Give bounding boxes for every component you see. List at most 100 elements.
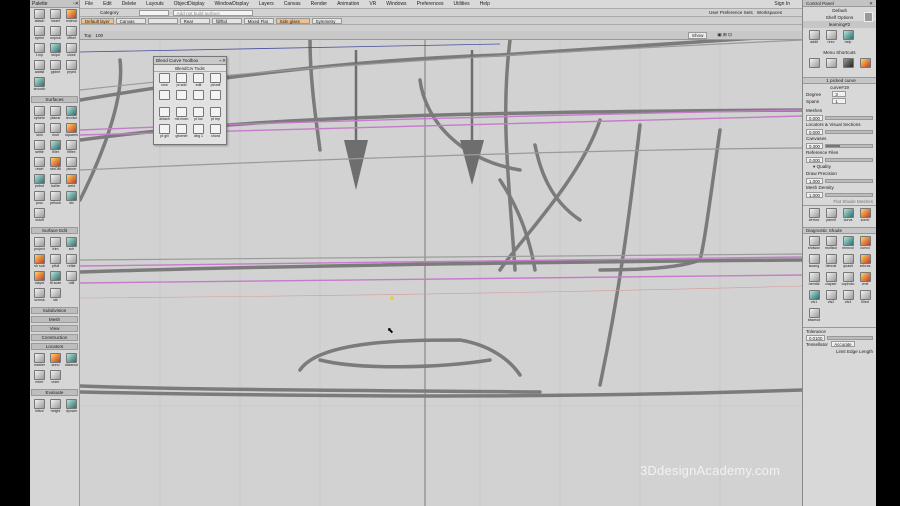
tool-button[interactable]: zebras — [857, 254, 873, 271]
tool-button[interactable]: cophoto — [840, 272, 856, 289]
flat-shade-checkbox[interactable]: Flat Shade Meshes — [803, 198, 876, 205]
canvases-slider[interactable]: 0.300 — [803, 142, 876, 149]
layer-fill[interactable]: fill/ftid — [211, 17, 242, 24]
workspaces[interactable]: Workspaces — [757, 10, 802, 15]
tool-button[interactable]: rdnDBl — [48, 157, 63, 173]
tool-button[interactable]: sphere — [32, 106, 47, 122]
menu-objectdisplay[interactable]: ObjectDisplay — [169, 1, 210, 7]
tool-button[interactable]: t-mp — [32, 43, 47, 59]
layer-rear[interactable]: Rear — [179, 17, 210, 24]
tool-button[interactable]: rewrt — [32, 157, 47, 173]
tool-button[interactable] — [191, 90, 206, 106]
section-evaluate[interactable]: Evaluate — [31, 389, 78, 396]
tool-button[interactable]: vis1 — [806, 290, 822, 307]
menu-help[interactable]: Help — [475, 1, 495, 7]
tool-button[interactable]: dbg 1 — [191, 124, 206, 140]
layer-mixed[interactable]: Mixed Flat — [243, 17, 274, 24]
tool-button[interactable]: pinner — [64, 157, 79, 173]
tool-button[interactable]: pt/unif — [208, 73, 223, 89]
tool-button[interactable]: attach — [32, 9, 47, 25]
toolbox-title-bar[interactable]: Blend Curve Toolbox ▫▫✕ — [154, 57, 226, 65]
locators-slider[interactable]: 0.000 — [803, 128, 876, 135]
menu-windows[interactable]: Windows — [381, 1, 411, 7]
mesh-density-value[interactable]: 1.000 — [806, 191, 823, 198]
trash-icon[interactable] — [864, 12, 873, 22]
tool-button[interactable]: settle — [32, 140, 47, 156]
layer-canvas[interactable]: Canvas — [115, 17, 146, 24]
tool-button[interactable] — [174, 90, 189, 106]
tool-button[interactable]: sfc — [64, 191, 79, 207]
tool-button[interactable]: fit scan — [48, 271, 63, 287]
user-pref-sets[interactable]: User Preference Sets — [709, 10, 757, 15]
tool-button[interactable]: zomb — [857, 208, 873, 225]
tool-button[interactable]: offset — [64, 26, 79, 42]
tool-button[interactable]: anno — [48, 353, 63, 369]
section-surface-edit[interactable]: Surface Edit — [31, 227, 78, 234]
layer-unnamed[interactable] — [147, 17, 178, 24]
tool-button[interactable]: infsnr — [32, 399, 47, 415]
layer-default[interactable]: Default layer — [81, 17, 114, 24]
tool-button[interactable]: unpick — [48, 26, 63, 42]
tool-button[interactable]: skipd — [48, 43, 63, 59]
tool-button[interactable]: smooth — [32, 77, 47, 93]
tool-button[interactable]: mk mom — [174, 107, 189, 123]
tool-button[interactable]: new — [157, 73, 172, 89]
tool-button[interactable]: rdlif — [64, 271, 79, 287]
tool-button[interactable]: hlmnat — [823, 254, 839, 271]
menu-windowdisplay[interactable]: WindowDisplay — [210, 1, 254, 7]
tool-button[interactable]: crsnr — [48, 370, 63, 386]
tool-button[interactable]: isoang — [806, 254, 822, 271]
tool-button[interactable] — [157, 90, 172, 106]
tool-button[interactable]: nrev — [823, 30, 839, 47]
tool-button[interactable]: mnncol — [840, 236, 856, 253]
tool-button[interactable]: pjoine — [48, 60, 63, 76]
tool-button[interactable]: curva — [840, 208, 856, 225]
spans-field[interactable]: 1 — [832, 98, 847, 104]
tool-button[interactable]: revolve — [64, 106, 79, 122]
tessellator-select[interactable]: Accurate — [831, 341, 855, 347]
tool-button[interactable]: multicol — [823, 236, 839, 253]
tool-button[interactable]: detach — [157, 107, 172, 123]
tool-button[interactable]: skin — [32, 123, 47, 139]
tool-button[interactable]: addit — [806, 30, 822, 47]
tool-button[interactable]: extend — [64, 9, 79, 25]
tool-button[interactable]: pflull — [48, 254, 63, 270]
tool-button[interactable]: pt loc — [191, 107, 206, 123]
tool-button[interactable]: close — [64, 43, 79, 59]
diagnostic-shade-header[interactable]: Diagnostic Shade — [803, 227, 876, 234]
tool-button[interactable]: planar — [48, 106, 63, 122]
tool-button[interactable]: squares — [64, 123, 79, 139]
menu-preferences[interactable]: Preferences — [412, 1, 449, 7]
tool-button[interactable]: help — [840, 30, 856, 47]
locators-value[interactable]: 0.000 — [806, 128, 823, 135]
meshes-value[interactable]: 0.000 — [806, 114, 823, 121]
close-icon[interactable]: ▫✕ — [73, 0, 79, 7]
draw-precision-value[interactable]: 1.000 — [806, 177, 823, 184]
tolerance-slider[interactable]: 0.0100 — [803, 334, 876, 341]
tool-button[interactable]: dynam — [64, 399, 79, 415]
show-button[interactable]: Show — [687, 31, 708, 39]
section-view[interactable]: View — [31, 325, 78, 332]
menu-layouts[interactable]: Layouts — [141, 1, 169, 7]
menu-delete[interactable]: Delete — [117, 1, 141, 7]
menu-render[interactable]: Render — [306, 1, 332, 7]
shortcut-icon[interactable] — [840, 58, 856, 75]
tool-button[interactable]: proc — [32, 191, 47, 207]
shortcut-icon[interactable] — [823, 58, 839, 75]
tool-button[interactable]: chord — [208, 124, 223, 140]
curve-name[interactable]: curve#19 — [803, 84, 876, 91]
search-input[interactable]: Add not build surface — [172, 9, 253, 16]
section-mesh[interactable]: Mesh — [31, 316, 78, 323]
tool-button[interactable]: trim — [48, 237, 63, 253]
shelf-name-tab[interactable]: learning#2 — [803, 21, 876, 28]
tool-button[interactable]: marker — [32, 353, 47, 369]
tool-button[interactable]: panelf — [823, 208, 839, 225]
tool-button[interactable]: fillet — [48, 140, 63, 156]
tool-button[interactable]: hemfal — [806, 272, 822, 289]
tool-button[interactable]: weld — [64, 174, 79, 190]
limit-edge-checkbox[interactable]: Limit Edge Length — [803, 348, 876, 355]
tool-button[interactable]: clayser — [823, 272, 839, 289]
layer-side-glass[interactable]: Side glass — [275, 17, 310, 24]
tool-button[interactable]: reflat — [64, 254, 79, 270]
shortcut-icon[interactable] — [857, 58, 873, 75]
